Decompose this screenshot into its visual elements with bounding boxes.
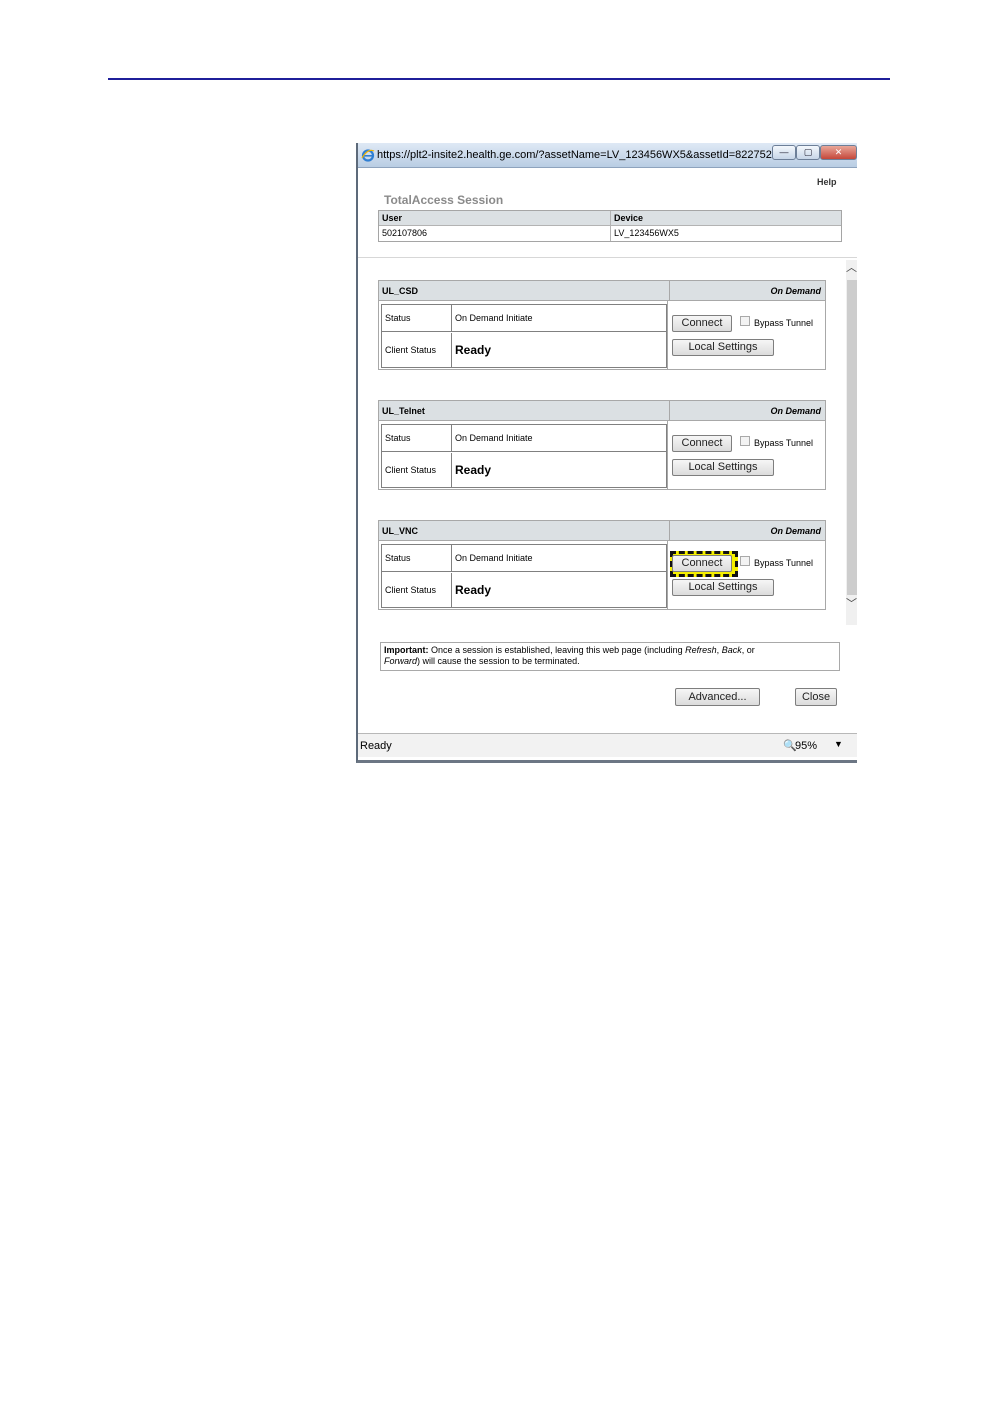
close-window-button[interactable]: ✕ (820, 145, 857, 160)
service-panel-ul-vnc: UL_VNC On Demand Status On Demand Initia… (378, 520, 826, 610)
notice-text-1: Once a session is established, leaving t… (428, 645, 686, 655)
bypass-tunnel-option[interactable]: Bypass Tunnel (740, 556, 814, 568)
notice-refresh: Refresh (685, 645, 717, 655)
service-mode: On Demand (669, 281, 825, 301)
notice-important: Important: (384, 645, 429, 655)
bypass-tunnel-option[interactable]: Bypass Tunnel (740, 436, 814, 448)
service-mode: On Demand (669, 401, 825, 421)
browser-status-bar: Ready 🔍 95% ▼ (358, 733, 857, 757)
bypass-tunnel-label: Bypass Tunnel (754, 318, 814, 328)
bypass-tunnel-label: Bypass Tunnel (754, 438, 814, 448)
client-status-row: Client Status Ready (382, 333, 666, 367)
service-header: UL_Telnet On Demand (379, 401, 825, 421)
window-url: https://plt2-insite2.health.ge.com/?asse… (377, 149, 781, 161)
connect-button[interactable]: Connect (672, 315, 732, 332)
zoom-level[interactable]: 95% (795, 740, 817, 752)
client-status-label: Client Status (382, 453, 452, 487)
status-value: On Demand Initiate (455, 553, 533, 563)
notice-or: , or (741, 645, 755, 655)
scroll-up-icon[interactable]: ︿ (846, 262, 857, 274)
status-row: Status On Demand Initiate (382, 425, 666, 452)
client-status-value: Ready (455, 583, 492, 597)
notice-forward: Forward (384, 656, 418, 666)
service-header: UL_CSD On Demand (379, 281, 825, 301)
service-status-grid: Status On Demand Initiate Client Status … (381, 544, 667, 608)
client-status-value: Ready (455, 463, 492, 477)
status-value: On Demand Initiate (455, 433, 533, 443)
bypass-tunnel-checkbox[interactable] (740, 556, 750, 566)
bypass-tunnel-label: Bypass Tunnel (754, 558, 814, 568)
minimize-button[interactable]: — (772, 145, 796, 160)
client-status-label: Client Status (382, 573, 452, 607)
connect-button[interactable]: Connect (672, 435, 732, 452)
bypass-tunnel-option[interactable]: Bypass Tunnel (740, 316, 814, 328)
info-value-row: 502107806 LV_123456WX5 (379, 226, 841, 241)
status-text: Ready (360, 740, 392, 752)
status-row: Status On Demand Initiate (382, 305, 666, 332)
user-header: User (379, 211, 611, 225)
info-header-row: User Device (379, 211, 841, 226)
important-notice: Important: Once a session is established… (380, 642, 840, 671)
service-actions: Connect Bypass Tunnel Local Settings (667, 421, 825, 489)
service-name: UL_Telnet (382, 406, 425, 416)
services-scroll-area[interactable]: ︿ ﹀ UL_CSD On Demand Status On Demand In… (358, 257, 857, 626)
service-name: UL_CSD (382, 286, 419, 296)
service-status-grid: Status On Demand Initiate Client Status … (381, 424, 667, 488)
service-panel-ul-telnet: UL_Telnet On Demand Status On Demand Ini… (378, 400, 826, 490)
local-settings-button[interactable]: Local Settings (672, 339, 774, 356)
session-info-table: User Device 502107806 LV_123456WX5 (378, 210, 842, 242)
service-header: UL_VNC On Demand (379, 521, 825, 541)
notice-text-2: ) will cause the session to be terminate… (417, 656, 580, 666)
bypass-tunnel-checkbox[interactable] (740, 436, 750, 446)
page-top-rule (108, 78, 890, 80)
session-title: TotalAccess Session (384, 193, 504, 207)
scroll-down-icon[interactable]: ﹀ (846, 598, 857, 610)
browser-popup-window: https://plt2-insite2.health.ge.com/?asse… (356, 143, 857, 763)
service-mode: On Demand (669, 521, 825, 541)
connect-button[interactable]: Connect (672, 555, 732, 572)
maximize-button[interactable]: ▢ (796, 145, 820, 160)
window-titlebar[interactable]: https://plt2-insite2.health.ge.com/?asse… (358, 143, 857, 168)
client-status-label: Client Status (382, 333, 452, 367)
client-status-value: Ready (455, 343, 492, 357)
scrollbar-thumb[interactable] (847, 280, 857, 595)
chevron-down-icon[interactable]: ▼ (834, 739, 843, 749)
notice-back: Back (721, 645, 742, 655)
status-row: Status On Demand Initiate (382, 545, 666, 572)
service-actions: Connect Bypass Tunnel Local Settings (667, 541, 825, 609)
service-name: UL_VNC (382, 526, 419, 536)
device-header: Device (614, 213, 644, 223)
client-status-row: Client Status Ready (382, 573, 666, 607)
help-link[interactable]: Help (817, 177, 837, 187)
status-label: Status (382, 425, 452, 451)
local-settings-button[interactable]: Local Settings (672, 579, 774, 596)
device-value: LV_123456WX5 (614, 228, 679, 238)
service-panel-ul-csd: UL_CSD On Demand Status On Demand Initia… (378, 280, 826, 370)
status-label: Status (382, 545, 452, 571)
service-status-grid: Status On Demand Initiate Client Status … (381, 304, 667, 368)
bypass-tunnel-checkbox[interactable] (740, 316, 750, 326)
client-status-row: Client Status Ready (382, 453, 666, 487)
advanced-button[interactable]: Advanced... (675, 688, 760, 706)
status-label: Status (382, 305, 452, 331)
user-value: 502107806 (379, 226, 611, 241)
internet-explorer-icon (361, 149, 375, 162)
status-value: On Demand Initiate (455, 313, 533, 323)
local-settings-button[interactable]: Local Settings (672, 459, 774, 476)
service-actions: Connect Bypass Tunnel Local Settings (667, 301, 825, 369)
close-button[interactable]: Close (795, 688, 837, 706)
